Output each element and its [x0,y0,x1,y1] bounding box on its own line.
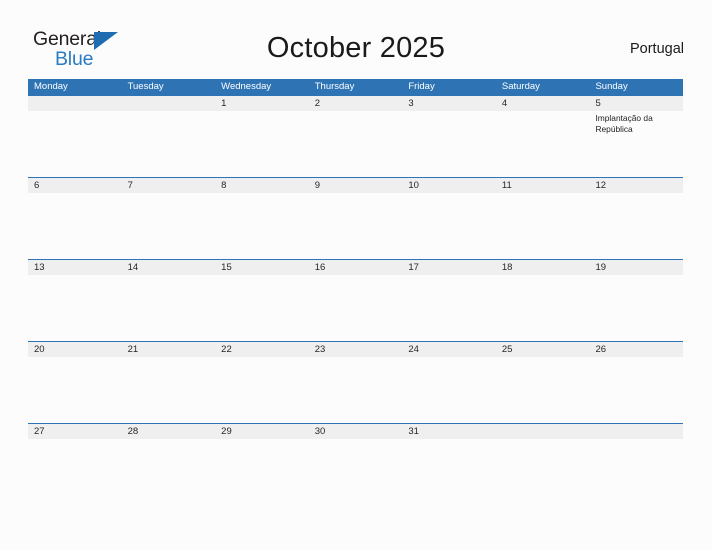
day-number[interactable] [496,424,590,439]
day-number[interactable]: 4 [496,96,590,111]
day-number[interactable]: 29 [215,424,309,439]
calendar-week-row: 6 7 8 9 10 11 12 [28,177,683,259]
day-number[interactable]: 8 [215,178,309,193]
day-number[interactable]: 15 [215,260,309,275]
day-number[interactable] [589,424,683,439]
week-number-band: 1 2 3 4 5 [28,96,683,111]
weekday-header-thursday: Thursday [314,81,355,92]
day-event[interactable] [215,357,309,423]
day-number[interactable]: 2 [309,96,403,111]
weekday-header-row: Monday Tuesday Wednesday Thursday Friday… [28,79,683,95]
day-event[interactable] [28,275,122,341]
day-event[interactable] [122,357,216,423]
day-number[interactable]: 23 [309,342,403,357]
weekday-header-monday: Monday [34,81,68,92]
day-number[interactable]: 27 [28,424,122,439]
day-number[interactable]: 20 [28,342,122,357]
day-event[interactable] [309,275,403,341]
day-event[interactable] [215,193,309,259]
day-event[interactable] [215,439,309,505]
page-title: October 2025 [266,32,446,64]
weekday-header-friday: Friday [408,81,435,92]
week-event-band: Implantação da República [28,111,683,177]
day-event[interactable] [28,357,122,423]
day-event[interactable] [589,439,683,505]
day-event[interactable] [496,275,590,341]
day-number[interactable]: 22 [215,342,309,357]
day-number[interactable] [28,96,122,111]
day-event[interactable] [496,111,590,177]
day-event[interactable] [122,275,216,341]
day-number[interactable]: 31 [402,424,496,439]
day-number[interactable]: 18 [496,260,590,275]
day-event[interactable] [402,439,496,505]
weekday-header-saturday: Saturday [501,81,540,92]
week-number-band: 27 28 29 30 31 [28,424,683,439]
day-event[interactable] [215,111,309,177]
day-event[interactable] [589,357,683,423]
day-event[interactable] [309,111,403,177]
calendar-week-row: 27 28 29 30 31 [28,423,683,505]
day-event[interactable] [402,193,496,259]
day-event[interactable] [28,193,122,259]
day-number[interactable]: 7 [122,178,216,193]
calendar-week-row: 13 14 15 16 17 18 19 [28,259,683,341]
week-number-band: 6 7 8 9 10 11 12 [28,178,683,193]
day-event[interactable] [309,439,403,505]
weekday-header-sunday: Sunday [595,81,628,92]
country-label: Portugal [629,41,684,57]
day-number[interactable]: 16 [309,260,403,275]
day-event[interactable] [28,439,122,505]
day-number[interactable]: 26 [589,342,683,357]
day-number[interactable] [122,96,216,111]
day-event[interactable] [309,193,403,259]
day-event[interactable] [402,357,496,423]
calendar-page: General Blue October 2025 Portugal Monda… [0,0,712,550]
weekday-header-wednesday: Wednesday [221,81,272,92]
calendar-week-row: 1 2 3 4 5 Implantação da República [28,95,683,177]
day-number[interactable]: 30 [309,424,403,439]
day-number[interactable]: 21 [122,342,216,357]
week-event-band [28,439,683,505]
week-event-band [28,193,683,259]
day-event-holiday[interactable]: Implantação da República [589,111,683,177]
day-number[interactable]: 5 [589,96,683,111]
day-event[interactable] [589,275,683,341]
day-number[interactable]: 19 [589,260,683,275]
day-number[interactable]: 13 [28,260,122,275]
day-event[interactable] [496,357,590,423]
day-number[interactable]: 10 [402,178,496,193]
week-event-band [28,275,683,341]
day-number[interactable]: 14 [122,260,216,275]
day-number[interactable]: 11 [496,178,590,193]
day-event[interactable] [402,275,496,341]
day-event[interactable] [309,357,403,423]
day-number[interactable]: 6 [28,178,122,193]
week-number-band: 13 14 15 16 17 18 19 [28,260,683,275]
day-event[interactable] [122,111,216,177]
week-event-band [28,357,683,423]
weekday-header-tuesday: Tuesday [127,81,164,92]
day-number[interactable]: 24 [402,342,496,357]
day-event[interactable] [496,193,590,259]
day-number[interactable]: 28 [122,424,216,439]
calendar-grid: Monday Tuesday Wednesday Thursday Friday… [28,79,683,505]
day-event[interactable] [122,193,216,259]
page-header: General Blue October 2025 Portugal [0,0,712,78]
day-number[interactable]: 1 [215,96,309,111]
day-event[interactable] [402,111,496,177]
calendar-week-row: 20 21 22 23 24 25 26 [28,341,683,423]
day-number[interactable]: 25 [496,342,590,357]
day-event[interactable] [122,439,216,505]
day-number[interactable]: 17 [402,260,496,275]
week-number-band: 20 21 22 23 24 25 26 [28,342,683,357]
day-number[interactable]: 3 [402,96,496,111]
day-number[interactable]: 9 [309,178,403,193]
day-event[interactable] [496,439,590,505]
day-event[interactable] [28,111,122,177]
day-event[interactable] [215,275,309,341]
day-event[interactable] [589,193,683,259]
day-number[interactable]: 12 [589,178,683,193]
